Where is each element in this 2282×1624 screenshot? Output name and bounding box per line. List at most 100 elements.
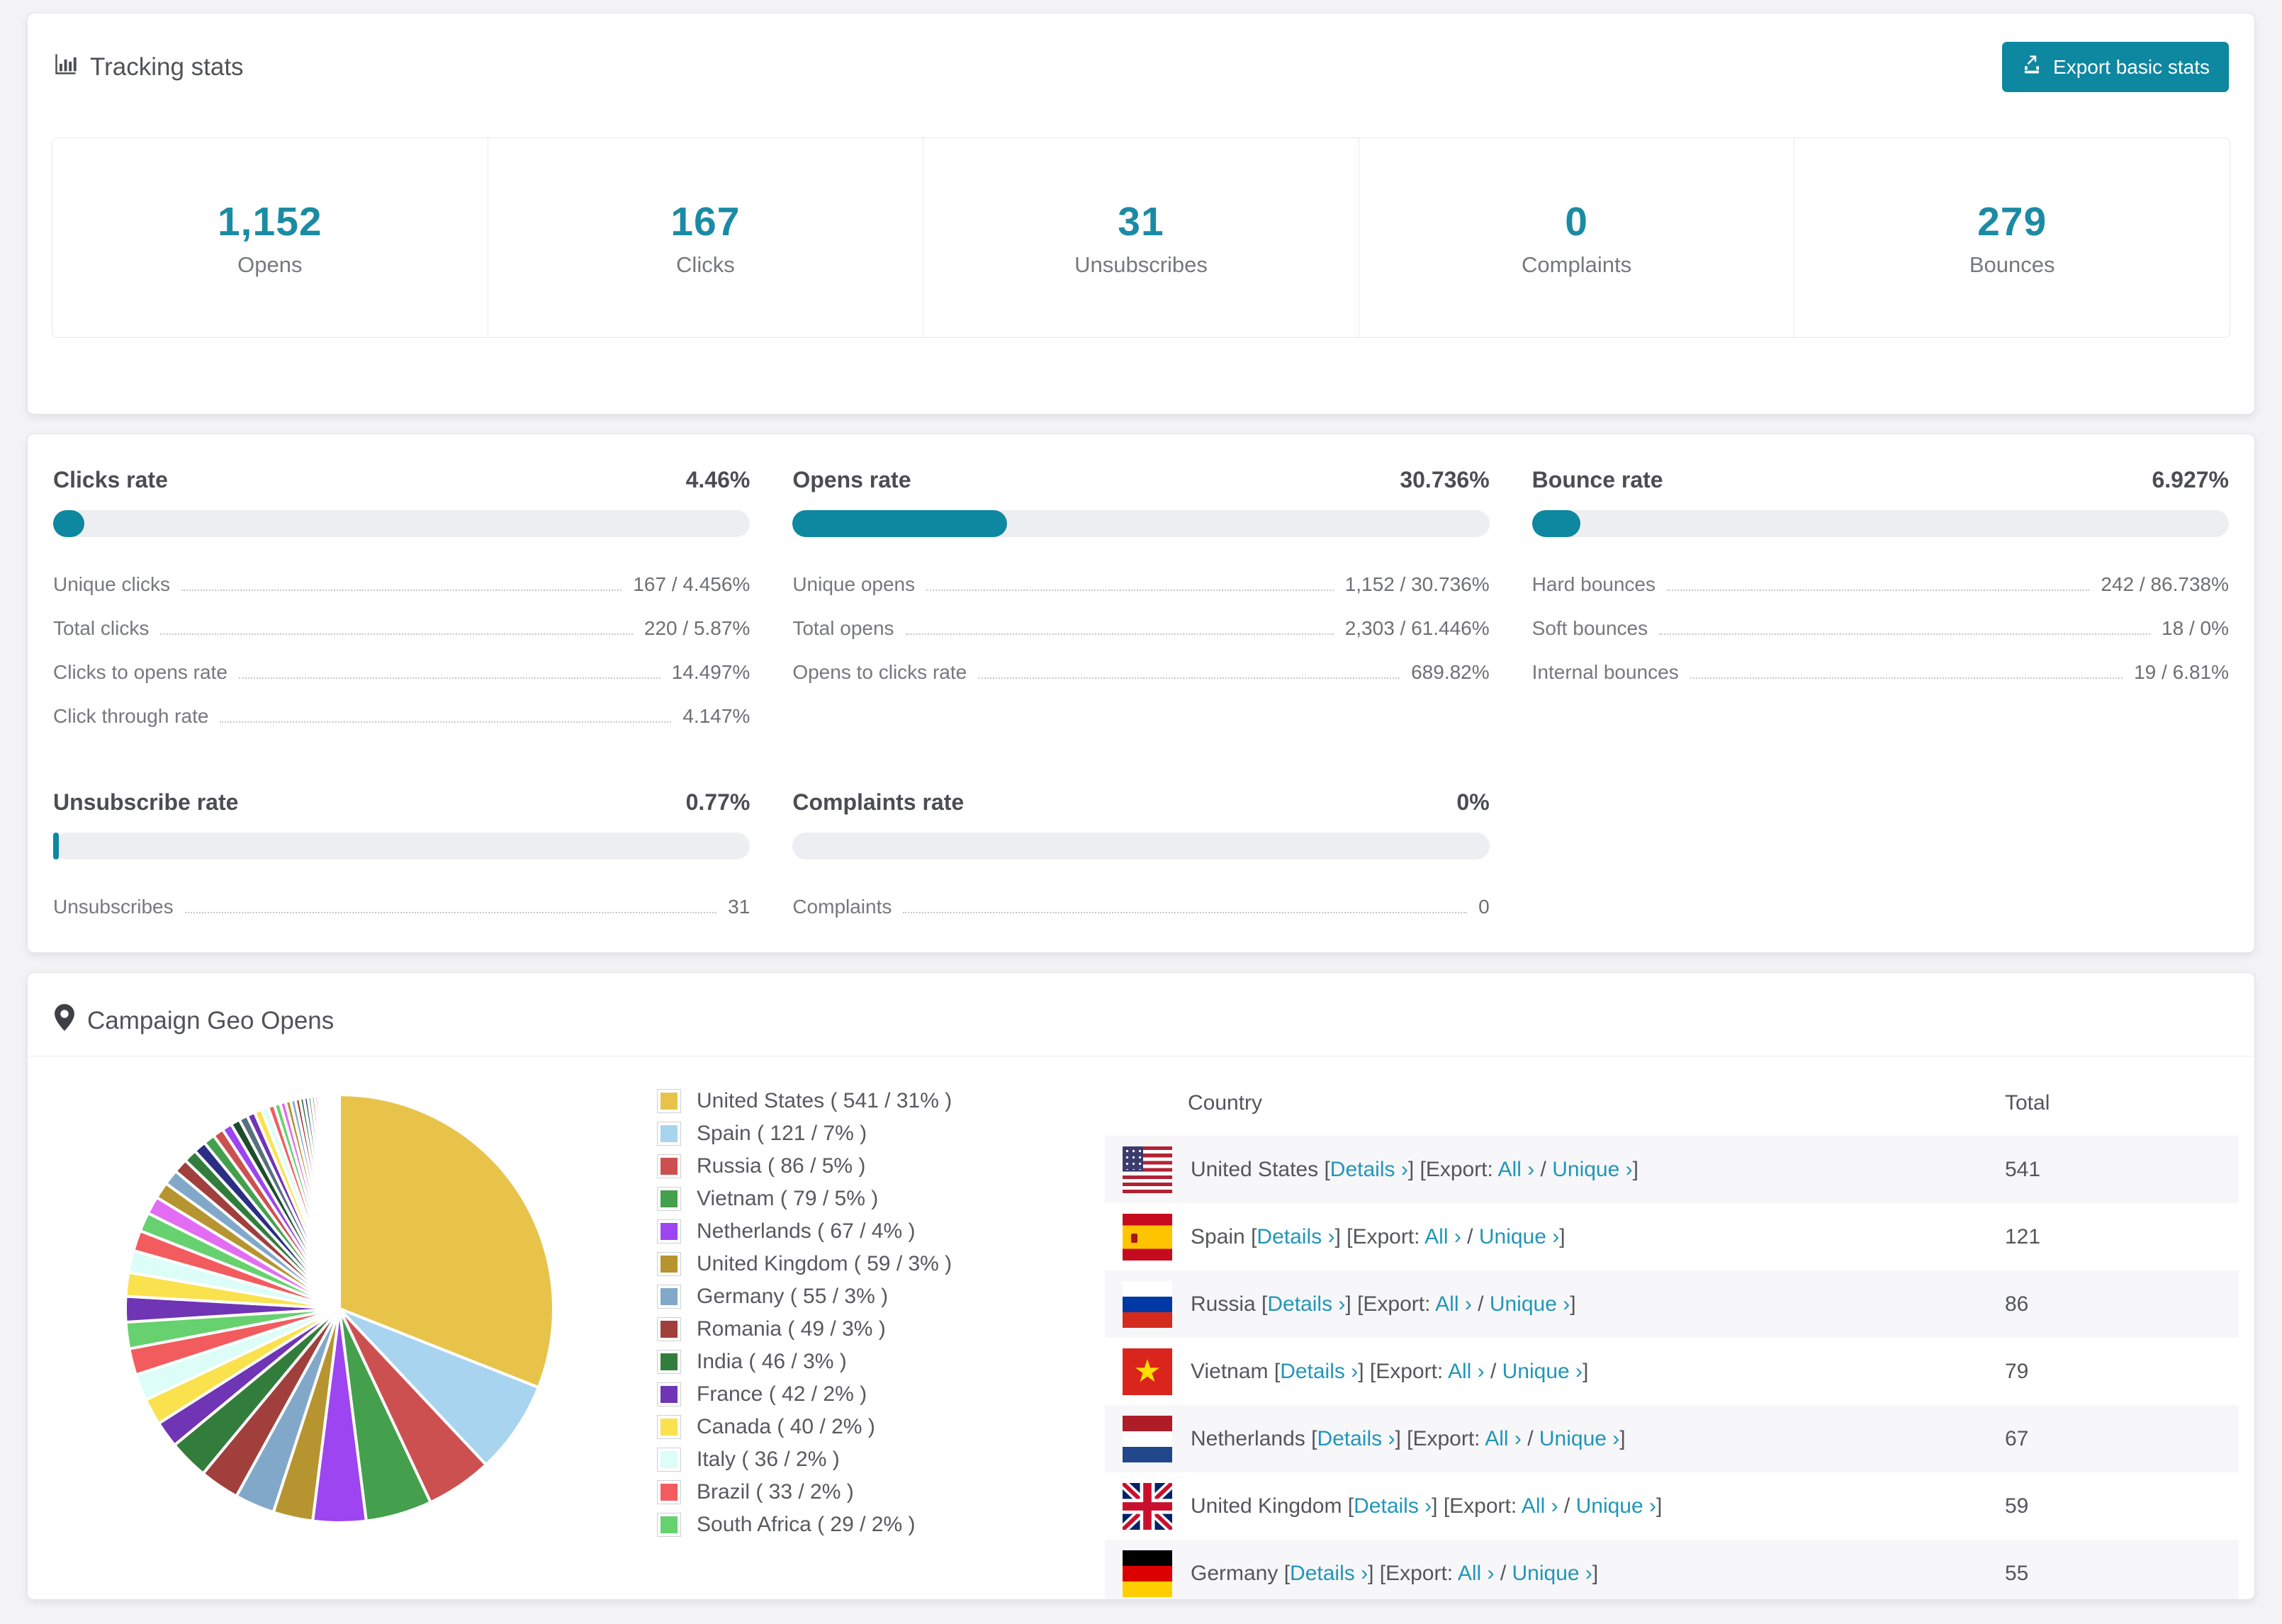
export-all-link[interactable]: All › [1435, 1292, 1472, 1316]
export-unique-link[interactable]: Unique › [1502, 1360, 1583, 1383]
legend-label: Brazil ( 33 / 2% ) [697, 1480, 854, 1504]
country-total: 541 [2005, 1157, 2041, 1181]
legend-label: United Kingdom ( 59 / 3% ) [697, 1252, 952, 1275]
rate-progress-fill [792, 510, 1007, 537]
rate-value: 0% [1456, 789, 1490, 815]
rate-stat-row: Opens to clicks rate 689.82% [792, 650, 1489, 694]
export-unique-link[interactable]: Unique › [1539, 1427, 1619, 1450]
export-all-link[interactable]: All › [1458, 1562, 1495, 1585]
rate-stat-label: Unique opens [792, 573, 916, 595]
legend-label: Spain ( 121 / 7% ) [697, 1122, 867, 1145]
details-link[interactable]: Details › [1267, 1292, 1345, 1316]
stats-summary-box: 1,152 Opens 167 Clicks 31 Unsubscribes 0 Co… [52, 137, 2230, 338]
stat-value: 279 [1977, 198, 2047, 244]
geo-legend: United States ( 541 / 31% ) Spain ( 121 … [651, 1071, 1091, 1599]
geo-table-header: Country Total [1105, 1071, 2239, 1136]
country-name: Vietnam [ [1191, 1359, 1281, 1383]
details-link[interactable]: Details › [1354, 1494, 1432, 1518]
map-pin-icon [53, 1004, 76, 1037]
rate-stat-value: 220 / 5.87% [643, 617, 751, 639]
export-unique-link[interactable]: Unique › [1490, 1292, 1570, 1316]
country-name: Spain [ [1191, 1224, 1257, 1248]
export-all-link[interactable]: All › [1522, 1494, 1558, 1518]
legend-swatch [657, 1089, 681, 1113]
export-icon [2021, 54, 2042, 80]
geo-table-row-de: Germany [Details ›] [Export: All › / Uni… [1105, 1540, 2239, 1599]
stat-label: Opens [237, 252, 303, 277]
geo-pie-svg [124, 1093, 555, 1525]
country-column-header: Country [1188, 1091, 1263, 1115]
legend-item-de[interactable]: Germany ( 55 / 3% ) [657, 1285, 1091, 1309]
details-link[interactable]: Details › [1257, 1225, 1334, 1248]
rate-stat-label: Total opens [792, 617, 894, 639]
legend-item-fr[interactable]: France ( 42 / 2% ) [657, 1382, 1091, 1406]
legend-item-ru[interactable]: Russia ( 86 / 5% ) [657, 1154, 1091, 1178]
rate-stat-label: Opens to clicks rate [792, 661, 967, 683]
export-all-link[interactable]: All › [1424, 1225, 1461, 1248]
legend-label: Italy ( 36 / 2% ) [697, 1448, 840, 1471]
details-link[interactable]: Details › [1280, 1360, 1358, 1383]
legend-label: India ( 46 / 3% ) [697, 1350, 847, 1373]
export-unique-link[interactable]: Unique › [1479, 1225, 1559, 1248]
legend-swatch [657, 1187, 681, 1211]
rate-stat-value: 1,152 / 30.736% [1344, 573, 1490, 595]
campaign-geo-opens-card: Campaign Geo Opens United States ( 541 /… [27, 972, 2255, 1600]
legend-label: Netherlands ( 67 / 4% ) [697, 1219, 916, 1243]
tracking-stats-card: Tracking stats Export basic stats 1,152 … [27, 13, 2255, 415]
dotted-leader [184, 912, 717, 913]
dotted-leader [238, 677, 661, 679]
legend-item-nl[interactable]: Netherlands ( 67 / 4% ) [657, 1219, 1091, 1244]
legend-item-gb[interactable]: United Kingdom ( 59 / 3% ) [657, 1252, 1091, 1276]
export-basic-stats-button[interactable]: Export basic stats [2002, 42, 2229, 92]
export-all-link[interactable]: All › [1485, 1427, 1522, 1450]
country-total: 86 [2005, 1292, 2029, 1316]
country-name: Netherlands [ [1191, 1426, 1317, 1450]
flag-vietnam: ★ [1123, 1348, 1172, 1395]
dotted-leader [1659, 633, 2151, 635]
country-name: United States [ [1191, 1157, 1330, 1181]
legend-swatch [657, 1154, 681, 1178]
export-unique-link[interactable]: Unique › [1552, 1158, 1632, 1181]
export-all-link[interactable]: All › [1498, 1158, 1535, 1181]
legend-item-us[interactable]: United States ( 541 / 31% ) [657, 1089, 1091, 1113]
details-link[interactable]: Details › [1330, 1158, 1408, 1181]
legend-swatch [657, 1252, 681, 1276]
legend-label: Germany ( 55 / 3% ) [697, 1285, 889, 1308]
dotted-leader [181, 590, 622, 591]
legend-item-vn[interactable]: Vietnam ( 79 / 5% ) [657, 1187, 1091, 1211]
legend-item-br[interactable]: Brazil ( 33 / 2% ) [657, 1480, 1091, 1504]
flag-united-states [1123, 1146, 1172, 1193]
stat-label: Unsubscribes [1074, 252, 1208, 277]
rate-value: 0.77% [685, 789, 751, 815]
rate-stat-value: 31 [728, 896, 751, 918]
country-total: 55 [2005, 1561, 2029, 1585]
rate-progress-track [792, 510, 1490, 537]
export-all-link[interactable]: All › [1448, 1360, 1485, 1383]
flag-russia [1123, 1280, 1172, 1328]
geo-table-row-us: United States [Details ›] [Export: All ›… [1105, 1136, 2239, 1203]
legend-item-ca[interactable]: Canada ( 40 / 2% ) [657, 1415, 1091, 1439]
country-total: 59 [2005, 1494, 2029, 1518]
details-link[interactable]: Details › [1317, 1427, 1395, 1450]
export-unique-link[interactable]: Unique › [1576, 1494, 1656, 1518]
export-unique-link[interactable]: Unique › [1512, 1562, 1592, 1585]
stat-value: 1,152 [217, 198, 322, 244]
rate-title: Clicks rate [53, 467, 168, 492]
legend-label: Canada ( 40 / 2% ) [697, 1415, 875, 1438]
rate-stat-row: Hard bounces 242 / 86.738% [1532, 563, 2229, 607]
legend-item-ro[interactable]: Romania ( 49 / 3% ) [657, 1317, 1091, 1341]
legend-swatch [657, 1513, 681, 1537]
details-link[interactable]: Details › [1290, 1562, 1368, 1585]
dotted-leader [903, 912, 1468, 913]
rate-progress-track [792, 833, 1490, 859]
rate-stat-value: 4.147% [682, 705, 751, 727]
legend-item-in[interactable]: India ( 46 / 3% ) [657, 1350, 1091, 1374]
geo-title: Campaign Geo Opens [87, 1006, 335, 1034]
legend-swatch [657, 1122, 681, 1146]
dotted-leader [1690, 677, 2123, 679]
legend-item-it[interactable]: Italy ( 36 / 2% ) [657, 1448, 1091, 1472]
legend-item-za[interactable]: South Africa ( 29 / 2% ) [657, 1513, 1091, 1537]
legend-item-es[interactable]: Spain ( 121 / 7% ) [657, 1122, 1091, 1146]
legend-swatch [657, 1219, 681, 1244]
dotted-leader [160, 633, 633, 635]
